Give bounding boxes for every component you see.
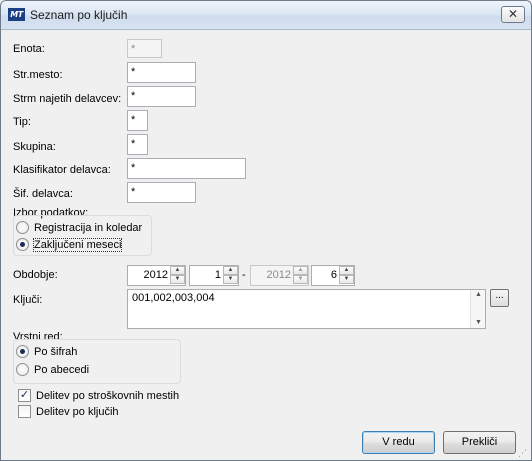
str-mesto-label: Str.mesto: <box>13 69 63 81</box>
radio-po-abecedi[interactable]: Po abecedi <box>16 363 89 376</box>
period-separator: - <box>242 269 246 281</box>
app-logo-icon: MT <box>8 8 25 21</box>
to-year-spinner[interactable]: 2012 ▲ ▼ <box>250 265 309 286</box>
checkbox-unchecked-icon[interactable] <box>18 405 31 418</box>
radio-button[interactable] <box>16 363 29 376</box>
to-month-value: 6 <box>330 269 337 281</box>
spin-down-icon[interactable]: ▼ <box>339 275 354 284</box>
close-button[interactable]: ✕ <box>501 6 525 23</box>
kljuci-value: 001,002,003,004 <box>132 292 215 304</box>
checkbox-delitev-stroskovnih-label: Delitev po stroškovnih mestih <box>36 389 180 402</box>
str-mesto-field[interactable]: * <box>127 62 196 83</box>
obdobje-label: Obdobje: <box>13 269 58 281</box>
radio-po-abecedi-label: Po abecedi <box>34 363 90 376</box>
radio-registracija-label: Registracija in koledar <box>34 221 143 234</box>
checkbox-delitev-kljucih-label: Delitev po ključih <box>36 405 119 418</box>
scroll-down-icon[interactable]: ▼ <box>471 318 486 328</box>
radio-button[interactable] <box>16 221 29 234</box>
browse-keys-button[interactable]: ... <box>490 289 509 307</box>
checkbox-checked-icon[interactable]: ✓ <box>18 389 31 402</box>
skupina-field[interactable]: * <box>127 134 148 155</box>
sif-delavca-label: Šif. delavca: <box>13 188 73 200</box>
klasifikator-label: Klasifikator delavca: <box>13 164 111 176</box>
tip-field[interactable]: * <box>127 110 148 131</box>
title-bar[interactable]: MT Seznam po ključih ✕ <box>1 1 531 30</box>
tip-label: Tip: <box>13 116 31 128</box>
from-month-value: 1 <box>214 269 221 281</box>
spin-down-icon[interactable]: ▼ <box>170 275 185 284</box>
enota-field[interactable]: * <box>127 39 162 58</box>
window-title: Seznam po ključih <box>30 8 128 22</box>
to-year-value: 2012 <box>266 269 291 281</box>
spin-down-icon[interactable]: ▼ <box>293 275 308 284</box>
checkbox-delitev-stroskovnih[interactable]: ✓ Delitev po stroškovnih mestih <box>18 389 179 402</box>
klasifikator-field[interactable]: * <box>127 158 246 179</box>
sif-delavca-field[interactable]: * <box>127 182 196 203</box>
radio-zakljuceni[interactable]: Zaključeni meseci <box>16 237 123 252</box>
resize-grip-icon[interactable]: ⋰ <box>518 447 530 459</box>
radio-zakljuceni-label: Zaključeni meseci <box>32 237 123 252</box>
skupina-label: Skupina: <box>13 141 56 153</box>
kljuci-scrollbar[interactable]: ▲ ▼ <box>470 290 485 328</box>
radio-po-sifrah[interactable]: Po šifrah <box>16 345 77 358</box>
radio-button-selected[interactable] <box>16 345 29 358</box>
spin-up-icon[interactable]: ▲ <box>339 266 354 275</box>
scroll-up-icon[interactable]: ▲ <box>471 290 486 300</box>
spin-up-icon[interactable]: ▲ <box>170 266 185 275</box>
kljuci-label: Ključi: <box>13 294 43 306</box>
enota-label: Enota: <box>13 43 45 55</box>
cancel-button[interactable]: Prekliči <box>443 431 516 454</box>
kljuci-textarea[interactable]: 001,002,003,004 ▲ ▼ <box>127 289 486 329</box>
dialog-window: MT Seznam po ključih ✕ Enota: * Str.mest… <box>0 0 532 461</box>
from-month-spinner[interactable]: 1 ▲ ▼ <box>189 265 239 286</box>
radio-po-sifrah-label: Po šifrah <box>34 345 78 358</box>
ok-button[interactable]: V redu <box>362 431 435 454</box>
spin-up-icon[interactable]: ▲ <box>293 266 308 275</box>
spin-up-icon[interactable]: ▲ <box>223 266 238 275</box>
radio-button-selected[interactable] <box>16 238 29 251</box>
to-month-spinner[interactable]: 6 ▲ ▼ <box>311 265 355 286</box>
strm-najetih-label: Strm najetih delavcev: <box>13 93 122 105</box>
radio-registracija[interactable]: Registracija in koledar <box>16 221 142 234</box>
from-year-spinner[interactable]: 2012 ▲ ▼ <box>127 265 186 286</box>
dialog-content: Enota: * Str.mesto: * Strm najetih delav… <box>8 31 525 455</box>
spin-down-icon[interactable]: ▼ <box>223 275 238 284</box>
checkbox-delitev-kljucih[interactable]: Delitev po ključih <box>18 405 119 418</box>
from-year-value: 2012 <box>143 269 168 281</box>
strm-najetih-field[interactable]: * <box>127 86 196 107</box>
